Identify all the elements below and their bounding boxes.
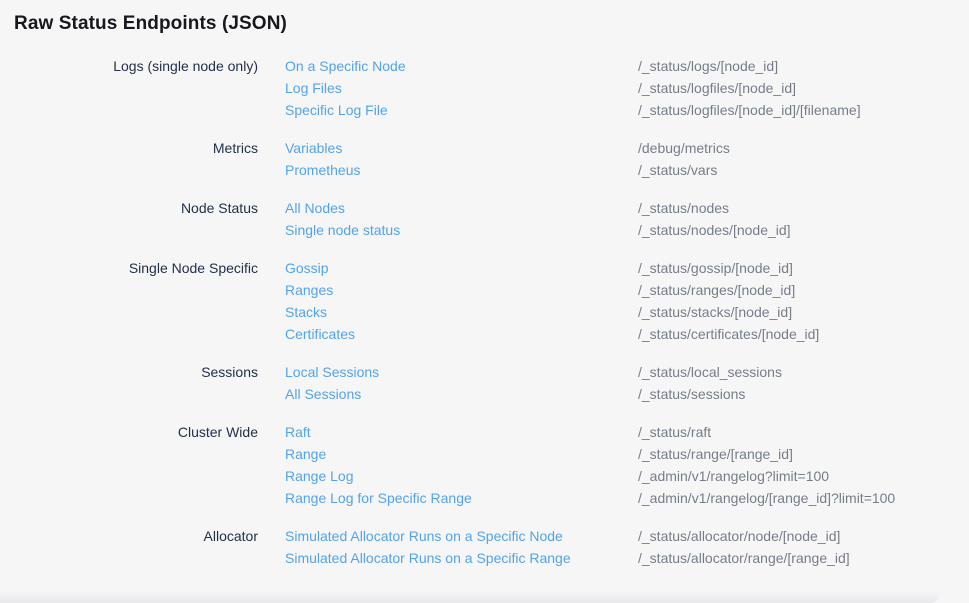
endpoint-path: /_status/sessions: [638, 383, 969, 405]
endpoint-link[interactable]: Specific Log File: [285, 99, 611, 121]
endpoint-link[interactable]: Gossip: [285, 257, 611, 279]
endpoint-path: /_status/stacks/[node_id]: [638, 301, 969, 323]
endpoint-link[interactable]: Range: [285, 443, 611, 465]
endpoint-paths-column: /_status/nodes/_status/nodes/[node_id]: [638, 197, 969, 241]
debug-page: Raw Status Endpoints (JSON) Logs (single…: [0, 0, 969, 569]
category-label: Metrics: [14, 137, 258, 181]
category-label: Node Status: [14, 197, 258, 241]
endpoint-paths-column: /_status/gossip/[node_id]/_status/ranges…: [638, 257, 969, 345]
endpoint-links-column: GossipRangesStacksCertificates: [285, 257, 611, 345]
endpoint-paths-column: /debug/metrics/_status/vars: [638, 137, 969, 181]
endpoint-link[interactable]: Range Log for Specific Range: [285, 487, 611, 509]
endpoint-group: Logs (single node only) On a Specific Nod…: [14, 55, 969, 121]
endpoint-paths-column: /_status/logs/[node_id]/_status/logfiles…: [638, 55, 969, 121]
endpoint-link[interactable]: All Nodes: [285, 197, 611, 219]
endpoint-link[interactable]: Variables: [285, 137, 611, 159]
endpoint-link[interactable]: On a Specific Node: [285, 55, 611, 77]
endpoint-link[interactable]: Range Log: [285, 465, 611, 487]
endpoint-path: /_status/allocator/range/[range_id]: [638, 547, 969, 569]
endpoint-path: /_status/vars: [638, 159, 969, 181]
endpoint-links-column: On a Specific NodeLog FilesSpecific Log …: [285, 55, 611, 121]
endpoint-path: /_status/raft: [638, 421, 969, 443]
endpoint-links-column: RaftRangeRange LogRange Log for Specific…: [285, 421, 611, 509]
endpoint-path: /_status/certificates/[node_id]: [638, 323, 969, 345]
category-label: Sessions: [14, 361, 258, 405]
endpoint-group: Sessions Local SessionsAll Sessions /_stat…: [14, 361, 969, 405]
endpoint-group: Allocator Simulated Allocator Runs on a S…: [14, 525, 969, 569]
endpoint-path: /_admin/v1/rangelog?limit=100: [638, 465, 969, 487]
endpoint-path: /debug/metrics: [638, 137, 969, 159]
endpoint-link[interactable]: Certificates: [285, 323, 611, 345]
endpoint-path: /_admin/v1/rangelog/[range_id]?limit=100: [638, 487, 969, 509]
endpoint-link[interactable]: Log Files: [285, 77, 611, 99]
endpoint-links-column: All NodesSingle node status: [285, 197, 611, 241]
endpoint-path: /_status/allocator/node/[node_id]: [638, 525, 969, 547]
endpoint-link[interactable]: All Sessions: [285, 383, 611, 405]
endpoint-path: /_status/logfiles/[node_id]/[filename]: [638, 99, 969, 121]
endpoint-group: Cluster Wide RaftRangeRange LogRange Log …: [14, 421, 969, 509]
endpoint-link[interactable]: Raft: [285, 421, 611, 443]
endpoint-link[interactable]: Prometheus: [285, 159, 611, 181]
endpoint-path: /_status/logfiles/[node_id]: [638, 77, 969, 99]
page-title: Raw Status Endpoints (JSON): [14, 12, 969, 36]
endpoint-groups: Logs (single node only) On a Specific Nod…: [14, 55, 969, 569]
endpoint-paths-column: /_status/local_sessions/_status/sessions: [638, 361, 969, 405]
endpoint-path: /_status/range/[range_id]: [638, 443, 969, 465]
endpoint-group: Node Status All NodesSingle node status /_…: [14, 197, 969, 241]
endpoint-paths-column: /_status/allocator/node/[node_id]/_statu…: [638, 525, 969, 569]
category-label: Logs (single node only): [14, 55, 258, 121]
endpoint-link[interactable]: Ranges: [285, 279, 611, 301]
endpoint-link[interactable]: Single node status: [285, 219, 611, 241]
endpoint-link[interactable]: Simulated Allocator Runs on a Specific R…: [285, 547, 611, 569]
endpoint-path: /_status/ranges/[node_id]: [638, 279, 969, 301]
endpoint-group: Single Node Specific GossipRangesStacksCe…: [14, 257, 969, 345]
endpoint-group: Metrics VariablesPrometheus/debug/metrics…: [14, 137, 969, 181]
category-label: Single Node Specific: [14, 257, 258, 345]
endpoint-link[interactable]: Stacks: [285, 301, 611, 323]
category-label: Allocator: [14, 525, 258, 569]
endpoint-link[interactable]: Simulated Allocator Runs on a Specific N…: [285, 525, 611, 547]
endpoint-path: /_status/gossip/[node_id]: [638, 257, 969, 279]
endpoint-link[interactable]: Local Sessions: [285, 361, 611, 383]
bottom-shadow: [0, 590, 940, 603]
endpoint-links-column: Local SessionsAll Sessions: [285, 361, 611, 405]
category-label: Cluster Wide: [14, 421, 258, 509]
endpoint-path: /_status/nodes: [638, 197, 969, 219]
endpoint-links-column: Simulated Allocator Runs on a Specific N…: [285, 525, 611, 569]
endpoint-paths-column: /_status/raft/_status/range/[range_id]/_…: [638, 421, 969, 509]
endpoint-path: /_status/logs/[node_id]: [638, 55, 969, 77]
endpoint-path: /_status/nodes/[node_id]: [638, 219, 969, 241]
endpoint-path: /_status/local_sessions: [638, 361, 969, 383]
endpoint-links-column: VariablesPrometheus: [285, 137, 611, 181]
